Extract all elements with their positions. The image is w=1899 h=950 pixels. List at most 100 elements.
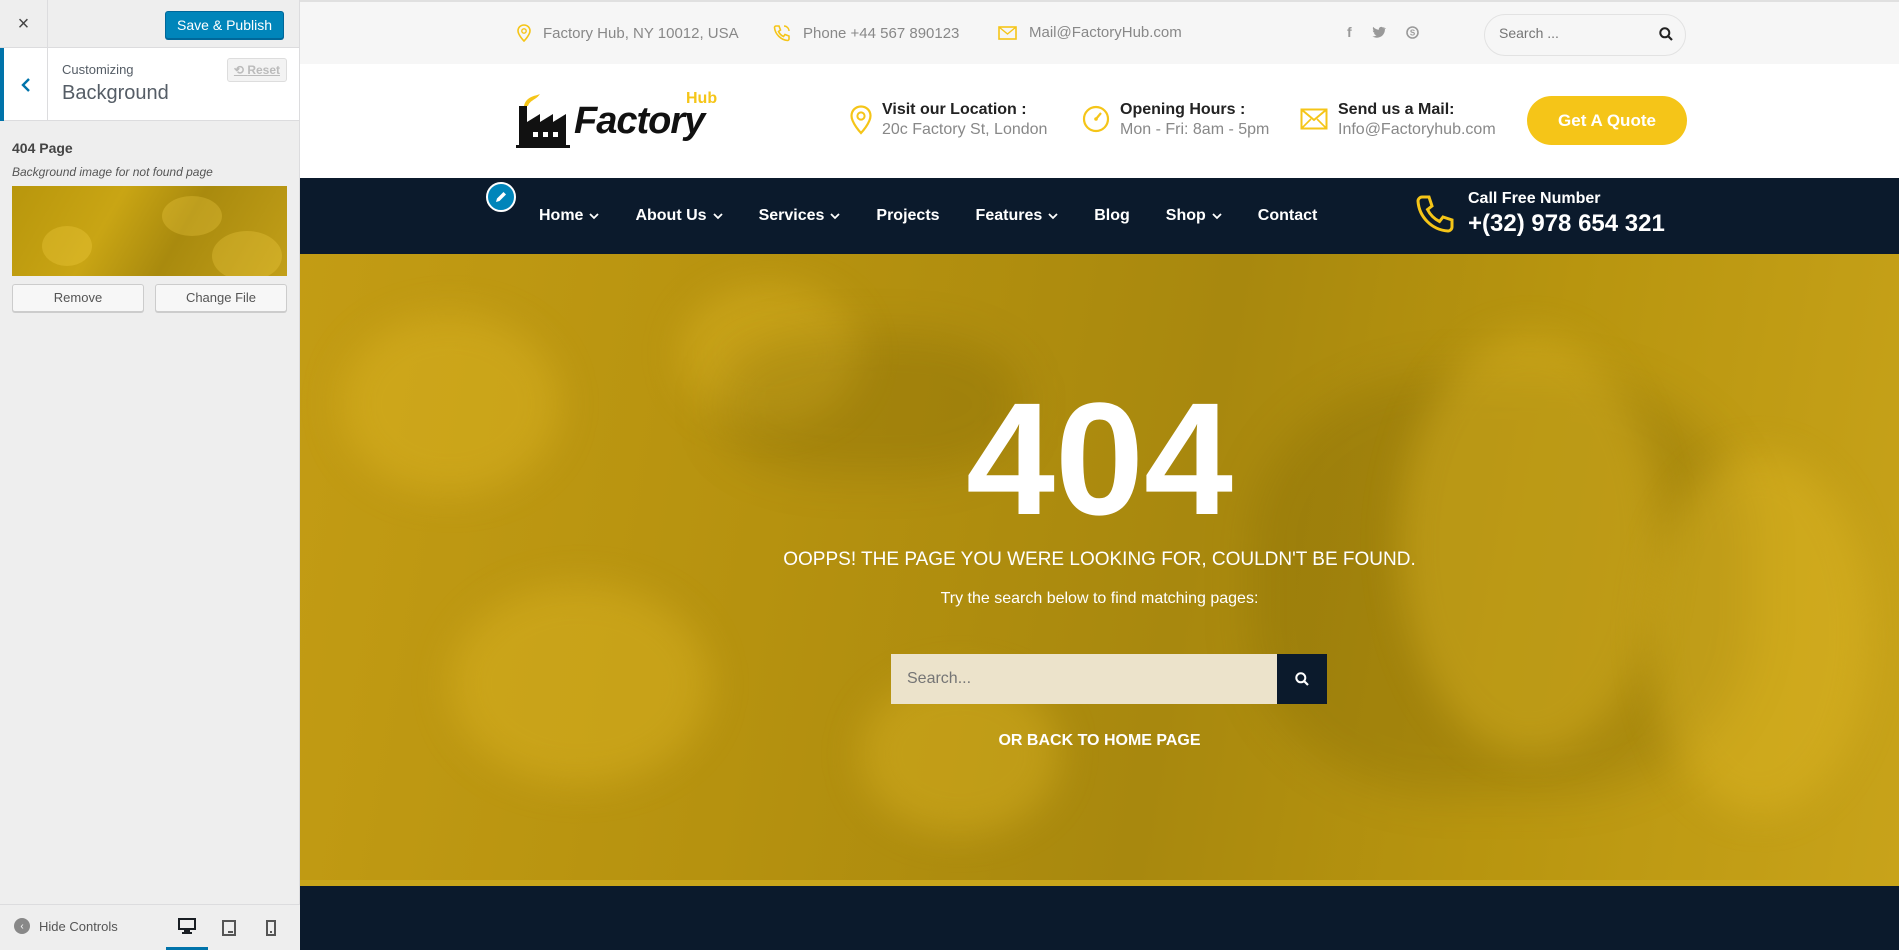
hide-controls-button[interactable]: ‹ Hide Controls bbox=[14, 918, 118, 934]
desktop-icon bbox=[178, 918, 196, 934]
chevron-left-icon bbox=[20, 77, 30, 92]
not-found-hero: 404 OOPPS! THE PAGE YOU WERE LOOKING FOR… bbox=[300, 254, 1899, 880]
twitter-icon[interactable] bbox=[1372, 26, 1386, 38]
call-title: Call Free Number bbox=[1468, 190, 1601, 207]
top-bar: Factory Hub, NY 10012, USA Phone +44 567… bbox=[300, 0, 1899, 64]
site-preview: Factory Hub, NY 10012, USA Phone +44 567… bbox=[300, 0, 1899, 950]
mail-value: Info@Factoryhub.com bbox=[1338, 121, 1496, 138]
nav-item-shop[interactable]: Shop bbox=[1166, 207, 1222, 225]
customizing-label: Customizing bbox=[62, 62, 134, 77]
email-text: Mail@FactoryHub.com bbox=[1029, 24, 1182, 41]
change-file-button[interactable]: Change File bbox=[155, 284, 287, 312]
site-footer bbox=[300, 880, 1899, 950]
nav-item-services[interactable]: Services bbox=[759, 207, 841, 225]
map-pin-icon bbox=[850, 105, 872, 135]
chevron-down-icon bbox=[712, 212, 723, 219]
nav-item-projects[interactable]: Projects bbox=[876, 207, 939, 225]
search-icon bbox=[1295, 672, 1309, 686]
nav-item-label: About Us bbox=[635, 207, 707, 224]
hours-value: Mon - Fri: 8am - 5pm bbox=[1120, 121, 1270, 138]
nav-item-about-us[interactable]: About Us bbox=[635, 207, 723, 225]
topbar-phone: Phone +44 567 890123 bbox=[773, 24, 959, 42]
edit-shortcut-button[interactable] bbox=[486, 182, 516, 212]
nav-item-contact[interactable]: Contact bbox=[1258, 207, 1318, 225]
logo-wordmark: Factory bbox=[574, 100, 705, 142]
collapse-icon: ‹ bbox=[14, 918, 30, 934]
envelope-icon bbox=[998, 25, 1017, 40]
not-found-search-input[interactable] bbox=[891, 654, 1277, 704]
image-actions: Remove Change File bbox=[12, 284, 287, 312]
setting-404-background: 404 Page Background image for not found … bbox=[0, 121, 299, 312]
skype-icon[interactable]: S bbox=[1405, 26, 1419, 39]
not-found-search bbox=[891, 654, 1327, 704]
chevron-down-icon bbox=[1212, 212, 1222, 219]
nav-item-label: Projects bbox=[876, 207, 940, 224]
customizer-footer: ‹ Hide Controls bbox=[0, 904, 300, 950]
search-icon[interactable] bbox=[1659, 27, 1673, 41]
save-publish-button[interactable]: Save & Publish bbox=[165, 11, 284, 39]
setting-label: 404 Page bbox=[12, 140, 73, 156]
topbar-search bbox=[1484, 14, 1686, 56]
reset-button[interactable]: ⟲ Reset bbox=[226, 58, 287, 82]
phone-icon bbox=[773, 25, 790, 42]
location-value: 20c Factory St, London bbox=[882, 121, 1048, 138]
section-header: Customizing Background ⟲ Reset bbox=[0, 48, 299, 121]
not-found-search-button[interactable] bbox=[1277, 654, 1327, 704]
nav-item-label: Home bbox=[539, 207, 584, 224]
mail-title: Send us a Mail: bbox=[1338, 101, 1455, 118]
topbar-search-input[interactable] bbox=[1499, 25, 1649, 41]
setting-description: Background image for not found page bbox=[12, 165, 213, 179]
mail-info: Send us a Mail: Info@Factoryhub.com bbox=[1300, 101, 1496, 139]
clock-icon bbox=[1082, 105, 1110, 133]
topbar-address: Factory Hub, NY 10012, USA bbox=[517, 24, 739, 42]
site-header: Factory Hub Visit our Location : 20c Fac… bbox=[300, 64, 1899, 178]
search-hint: Try the search below to find matching pa… bbox=[940, 590, 1259, 607]
address-text: Factory Hub, NY 10012, USA bbox=[543, 24, 739, 42]
map-pin-icon bbox=[517, 24, 531, 42]
svg-text:S: S bbox=[1410, 29, 1416, 38]
hours-title: Opening Hours : bbox=[1120, 101, 1246, 118]
tablet-icon bbox=[222, 920, 236, 936]
device-preview-switcher bbox=[166, 905, 292, 950]
location-info: Visit our Location : 20c Factory St, Lon… bbox=[850, 101, 1047, 139]
reset-label: Reset bbox=[247, 63, 280, 77]
nav-item-label: Shop bbox=[1165, 207, 1206, 224]
chevron-down-icon bbox=[589, 212, 600, 219]
nav-item-features[interactable]: Features bbox=[976, 207, 1059, 225]
mobile-preview-button[interactable] bbox=[250, 905, 292, 950]
desktop-preview-button[interactable] bbox=[166, 905, 208, 950]
nav-menu: Home About Us Services Projects Features Blog… bbox=[539, 178, 1353, 254]
phone-text: Phone +44 567 890123 bbox=[803, 24, 960, 42]
tablet-preview-button[interactable] bbox=[208, 905, 250, 950]
facebook-icon[interactable]: f bbox=[1347, 24, 1352, 40]
topbar-email[interactable]: Mail@FactoryHub.com bbox=[998, 24, 1182, 41]
close-icon: × bbox=[17, 12, 30, 35]
phone-icon bbox=[1416, 195, 1454, 233]
nav-item-label: Blog bbox=[1094, 207, 1130, 224]
nav-item-blog[interactable]: Blog bbox=[1094, 207, 1130, 225]
call-number: +(32) 978 654 321 bbox=[1468, 210, 1665, 237]
error-message: OOPPS! THE PAGE YOU WERE LOOKING FOR, CO… bbox=[783, 549, 1416, 570]
site-logo[interactable]: Factory Hub bbox=[516, 88, 728, 148]
get-a-quote-button[interactable]: Get A Quote bbox=[1527, 96, 1687, 145]
mobile-icon bbox=[266, 920, 276, 936]
social-links: f S bbox=[1347, 24, 1419, 40]
customizer-header-bar: × Save & Publish bbox=[0, 0, 299, 48]
background-image-preview[interactable] bbox=[12, 186, 287, 276]
hide-controls-label: Hide Controls bbox=[39, 918, 118, 934]
section-title: Background bbox=[62, 82, 169, 104]
error-code: 404 bbox=[966, 369, 1233, 548]
back-to-home-link[interactable]: OR BACK TO HOME PAGE bbox=[300, 732, 1899, 750]
location-title: Visit our Location : bbox=[882, 101, 1027, 118]
envelope-icon bbox=[1300, 108, 1328, 130]
close-customizer-button[interactable]: × bbox=[0, 0, 48, 48]
nav-item-home[interactable]: Home bbox=[539, 207, 600, 225]
back-button[interactable] bbox=[0, 48, 48, 121]
nav-item-label: Services bbox=[758, 207, 825, 224]
pencil-icon bbox=[496, 192, 506, 202]
customizer-panel: × Save & Publish Customizing Background … bbox=[0, 0, 300, 950]
logo-hub-text: Hub bbox=[686, 90, 718, 107]
main-navigation: Home About Us Services Projects Features Blog… bbox=[300, 178, 1899, 254]
call-info: Call Free Number +(32) 978 654 321 bbox=[1414, 190, 1665, 238]
remove-image-button[interactable]: Remove bbox=[12, 284, 144, 312]
